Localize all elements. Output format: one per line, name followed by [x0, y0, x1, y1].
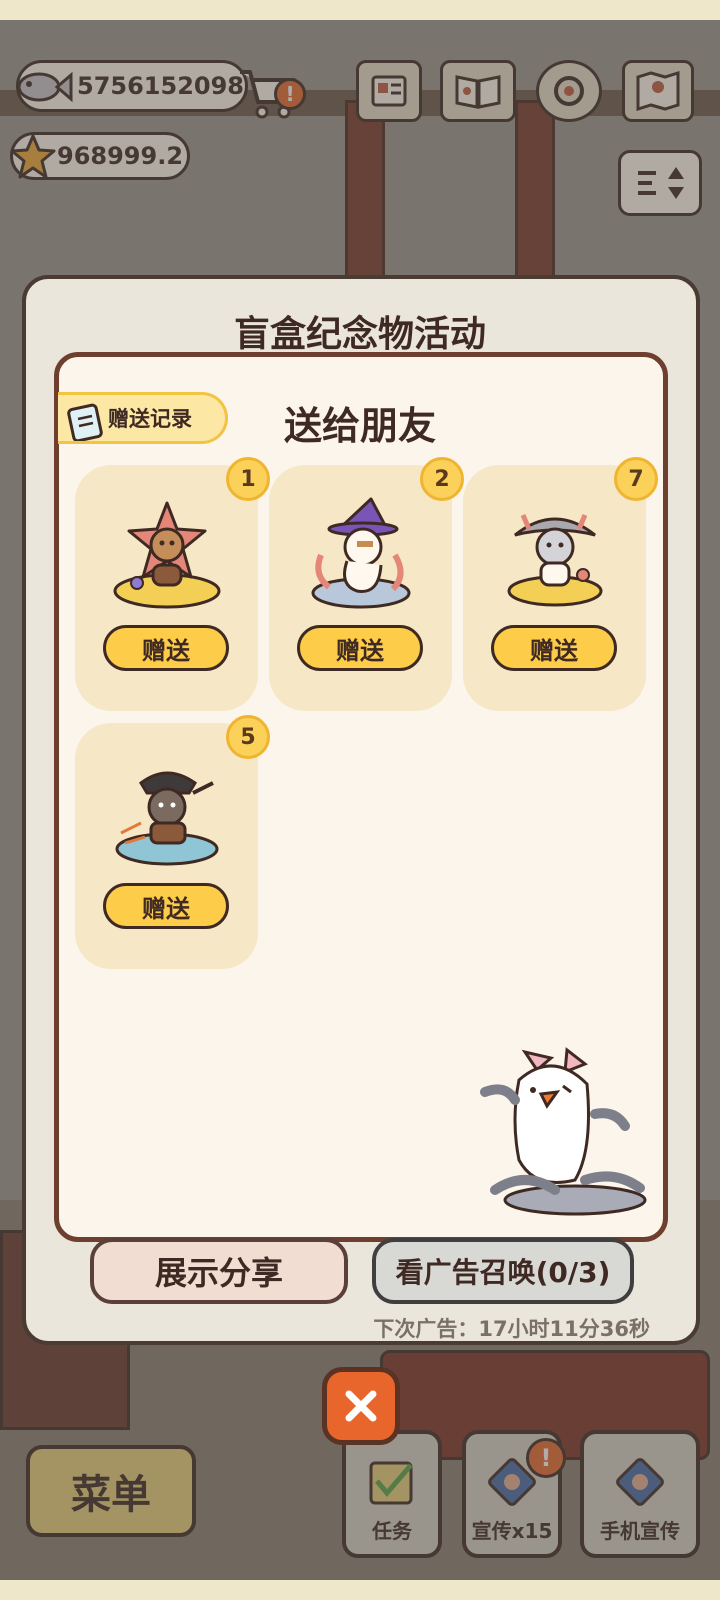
- gift-title: 送给朋友: [283, 404, 436, 448]
- close-icon: [345, 1390, 377, 1422]
- gift-record-button[interactable]: 赠送记录: [58, 392, 228, 444]
- witch-cat-souvenir-icon: [311, 497, 411, 609]
- next-ad-timer: 下次广告：17小时11分36秒: [373, 1317, 650, 1341]
- count-badge: 1: [226, 457, 270, 501]
- starfish-cat-souvenir-icon: [113, 501, 221, 609]
- count-badge: 5: [226, 715, 270, 759]
- watch-ad-button[interactable]: 看广告召唤(0/3): [372, 1238, 634, 1304]
- count-badge: 7: [614, 457, 658, 501]
- souvenir-card: 5 赠送: [75, 715, 270, 969]
- souvenir-card: 1 赠送: [75, 457, 270, 711]
- clipboard-icon: [67, 403, 103, 441]
- give-button[interactable]: 赠送: [297, 625, 423, 671]
- give-button[interactable]: 赠送: [103, 625, 229, 671]
- share-button[interactable]: 展示分享: [90, 1238, 348, 1304]
- panel-title: 盲盒纪念物活动: [233, 314, 486, 355]
- give-button[interactable]: 赠送: [103, 883, 229, 929]
- souvenir-card: 2 赠送: [269, 457, 464, 711]
- souvenir-card: 7 赠送: [463, 457, 658, 711]
- shark-cat-souvenir-icon: [507, 514, 603, 607]
- give-button[interactable]: 赠送: [491, 625, 617, 671]
- count-badge: 2: [420, 457, 464, 501]
- close-button[interactable]: [322, 1367, 400, 1445]
- chicken-cat-illustration: [480, 1047, 647, 1216]
- pirate-cat-souvenir-icon: [115, 771, 219, 866]
